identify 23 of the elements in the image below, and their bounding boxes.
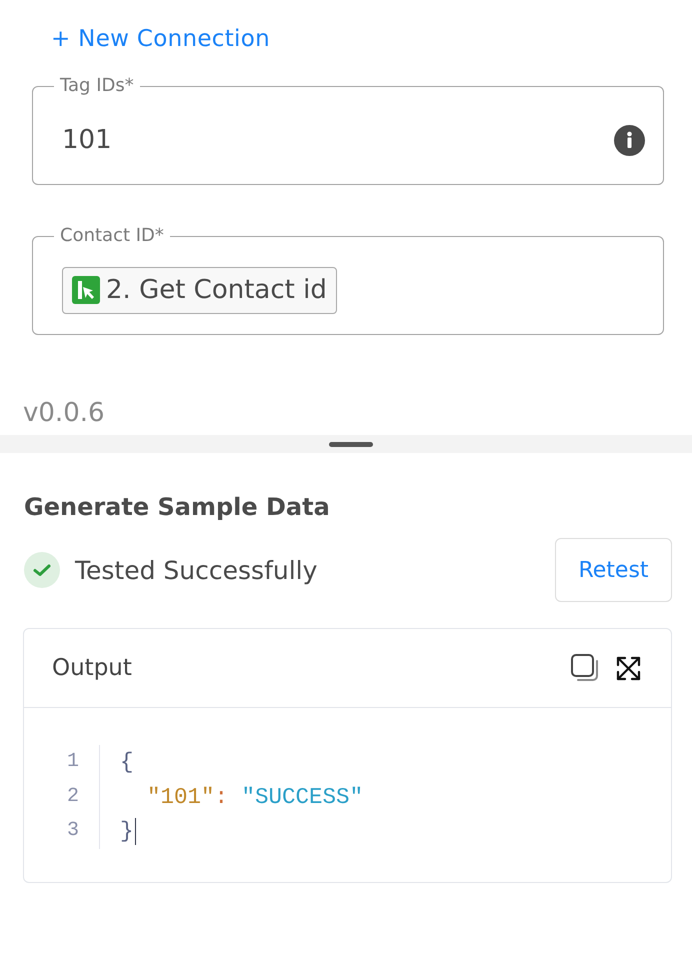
retest-button[interactable]: Retest	[555, 538, 672, 602]
input-field[interactable]: Contact ID* 2. Get Contact id	[32, 226, 664, 335]
code-line: {	[120, 748, 134, 777]
step-tag-label: 2. Get Contact id	[106, 275, 327, 305]
copy-icon[interactable]	[571, 654, 599, 682]
line-number: 2	[60, 780, 100, 814]
field-label: Contact ID*	[59, 226, 165, 246]
drag-handle[interactable]	[329, 442, 373, 446]
field-value: 101	[62, 125, 112, 155]
new-connection-link[interactable]: + New Connection	[51, 24, 270, 54]
info-icon[interactable]	[614, 124, 645, 156]
line-number: 3	[60, 814, 100, 848]
code-line: }	[120, 817, 134, 846]
version-label: v0.0.6	[23, 397, 105, 429]
panel-title: Output	[52, 655, 132, 681]
code-line: "101": "SUCCESS"	[147, 782, 364, 812]
field-label: Tag IDs*	[59, 76, 135, 96]
line-number: 1	[60, 745, 100, 780]
logo-icon	[72, 276, 100, 304]
section-title: Generate Sample Data	[24, 492, 330, 523]
input-field[interactable]: Tag IDs* 101	[32, 76, 664, 185]
status-text: Tested Successfully	[75, 556, 318, 584]
expand-icon[interactable]	[616, 656, 641, 680]
